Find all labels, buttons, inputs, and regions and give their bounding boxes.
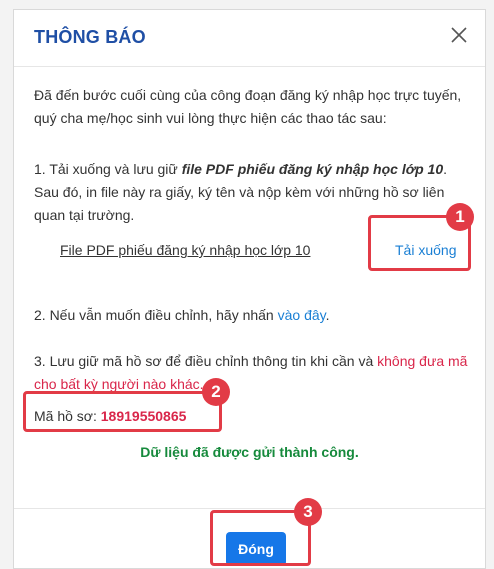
- annotation-badge-3: 3: [294, 498, 322, 526]
- intro-text: Đã đến bước cuối cùng của công đoạn đăng…: [34, 87, 462, 126]
- dialog-title: THÔNG BÁO: [34, 27, 146, 47]
- step1-prefix: 1. Tải xuống và lưu giữ: [34, 161, 182, 177]
- notification-dialog: THÔNG BÁO Đã đến bước cuối cùng của công…: [13, 9, 486, 569]
- step2-prefix: 2. Nếu vẫn muốn điều chỉnh, hãy nhấn: [34, 307, 278, 323]
- footer-divider: [14, 508, 485, 509]
- close-icon[interactable]: [447, 23, 471, 47]
- step2-text: 2. Nếu vẫn muốn điều chỉnh, hãy nhấn vào…: [34, 304, 474, 327]
- annotation-badge-2: 2: [202, 378, 230, 406]
- highlight-record-code: [23, 391, 222, 432]
- edit-here-link[interactable]: vào đây: [278, 307, 326, 323]
- step2-suffix: .: [325, 307, 330, 323]
- pdf-file-link[interactable]: File PDF phiếu đăng ký nhập học lớp 10: [60, 242, 310, 258]
- dialog-header: THÔNG BÁO: [14, 10, 485, 67]
- success-message: Dữ liệu đã được gửi thành công.: [140, 444, 359, 460]
- annotation-badge-1: 1: [446, 203, 474, 231]
- step1-emphasis: file PDF phiếu đăng ký nhập học lớp 10: [181, 161, 444, 177]
- step3-text: 3. Lưu giữ mã hồ sơ để điều chỉnh thông …: [34, 350, 474, 396]
- step3-prefix: 3. Lưu giữ mã hồ sơ để điều chỉnh thông …: [34, 353, 378, 369]
